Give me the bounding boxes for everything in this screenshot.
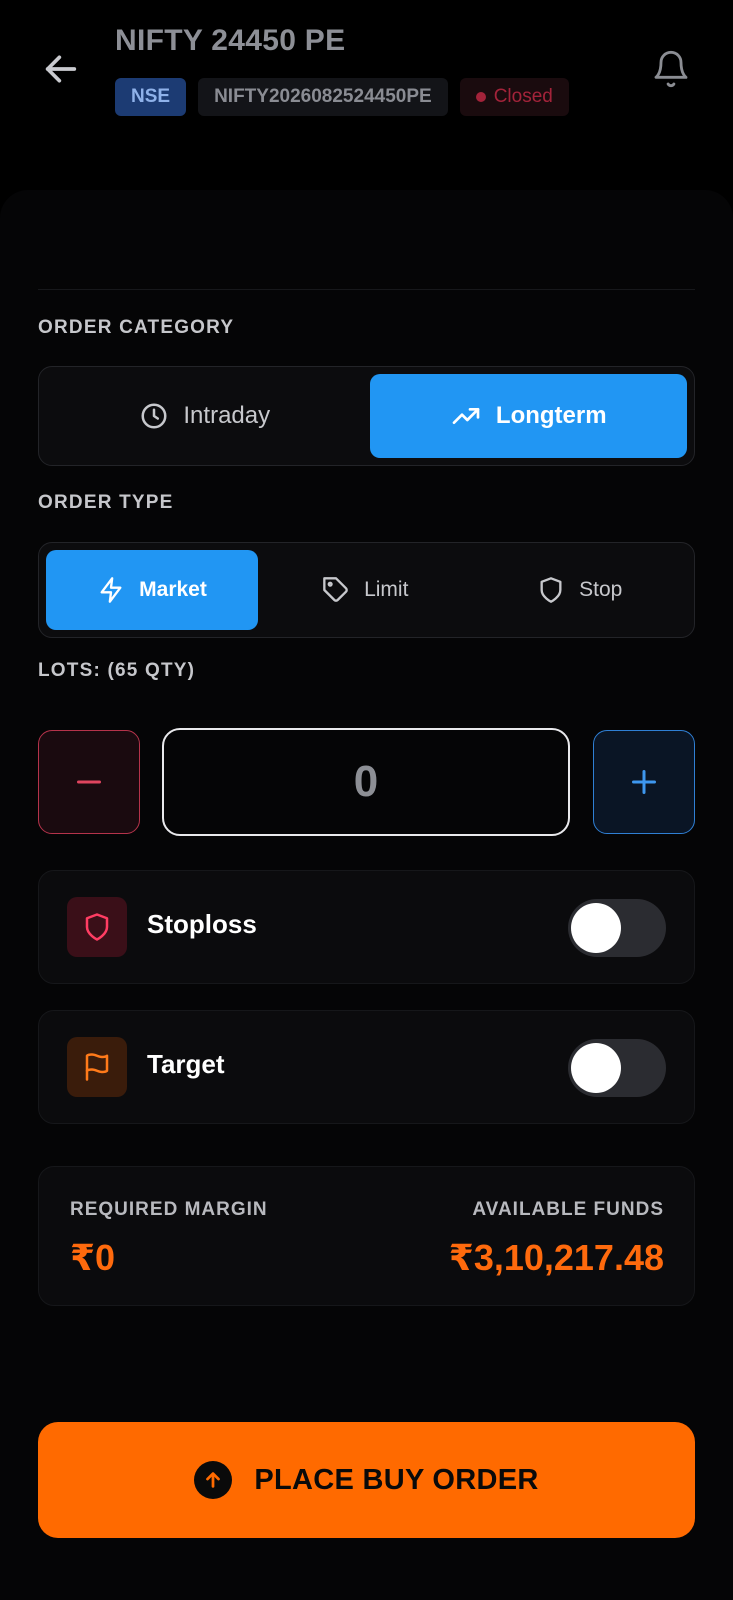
available-funds-value: ₹3,10,217.48 [448, 1237, 664, 1278]
arrow-left-icon [45, 55, 77, 83]
shield-icon [85, 913, 109, 941]
notifications-button[interactable] [648, 44, 694, 94]
status-dot-icon [475, 92, 486, 102]
margin-summary-card: REQUIRED MARGIN ₹0 AVAILABLE FUNDS ₹3,10… [38, 1166, 695, 1306]
order-sheet: ORDER CATEGORY Intraday Longterm ORDER T… [0, 190, 733, 1600]
type-market-label: Market [139, 578, 207, 601]
required-margin-value: ₹0 [70, 1237, 116, 1278]
place-buy-order-button[interactable]: PLACE BUY ORDER [38, 1422, 695, 1538]
lightning-icon [100, 577, 122, 603]
exchange-badge: NSE [115, 78, 187, 116]
toggle-knob [571, 1043, 621, 1093]
order-category-label: ORDER CATEGORY [38, 317, 235, 338]
stoploss-icon-tile [67, 897, 127, 957]
category-intraday-button[interactable]: Intraday [46, 374, 364, 458]
place-buy-order-label: PLACE BUY ORDER [254, 1463, 539, 1496]
stoploss-card: Stoploss [38, 870, 695, 984]
decrease-lots-button[interactable] [38, 730, 140, 834]
shield-icon [540, 577, 562, 603]
target-icon-tile [67, 1037, 127, 1097]
clock-icon [141, 403, 167, 429]
trending-up-icon [452, 408, 480, 424]
instrument-badges: NSE NIFTY2026082524450PE Closed [115, 78, 569, 116]
category-intraday-label: Intraday [183, 402, 271, 429]
order-category-selector: Intraday Longterm [38, 366, 695, 466]
type-limit-button[interactable]: Limit [258, 550, 473, 630]
symbol-badge: NIFTY2026082524450PE [198, 78, 448, 116]
minus-icon [77, 780, 101, 784]
target-label: Target [147, 1049, 225, 1079]
lots-stepper: 0 [38, 728, 695, 836]
increase-lots-button[interactable] [593, 730, 695, 834]
available-funds-label: AVAILABLE FUNDS [472, 1199, 664, 1220]
header: NIFTY 24450 PE NSE NIFTY2026082524450PE … [0, 0, 733, 190]
arrow-up-circle-icon [194, 1461, 233, 1499]
divider [38, 289, 695, 290]
stoploss-label: Stoploss [147, 909, 257, 939]
type-limit-label: Limit [364, 578, 409, 601]
type-stop-button[interactable]: Stop [473, 550, 688, 630]
lots-input[interactable]: 0 [162, 728, 570, 836]
required-margin-label: REQUIRED MARGIN [70, 1199, 268, 1220]
target-toggle[interactable] [568, 1039, 666, 1097]
lots-label: LOTS: (65 QTY) [38, 660, 196, 681]
bell-icon [654, 50, 688, 88]
market-status-badge: Closed [459, 78, 569, 116]
market-status-label: Closed [493, 86, 553, 107]
category-longterm-label: Longterm [495, 402, 607, 429]
flag-icon [85, 1053, 109, 1081]
order-type-selector: Market Limit Stop [38, 542, 695, 638]
toggle-knob [571, 903, 621, 953]
tag-icon [323, 577, 348, 602]
type-market-button[interactable]: Market [46, 550, 258, 630]
plus-icon [632, 770, 656, 794]
order-type-label: ORDER TYPE [38, 492, 174, 513]
back-button[interactable] [38, 46, 84, 92]
page-title: NIFTY 24450 PE [115, 24, 346, 57]
category-longterm-button[interactable]: Longterm [369, 374, 687, 458]
type-stop-label: Stop [579, 578, 623, 601]
stoploss-toggle[interactable] [568, 899, 666, 957]
target-card: Target [38, 1010, 695, 1124]
